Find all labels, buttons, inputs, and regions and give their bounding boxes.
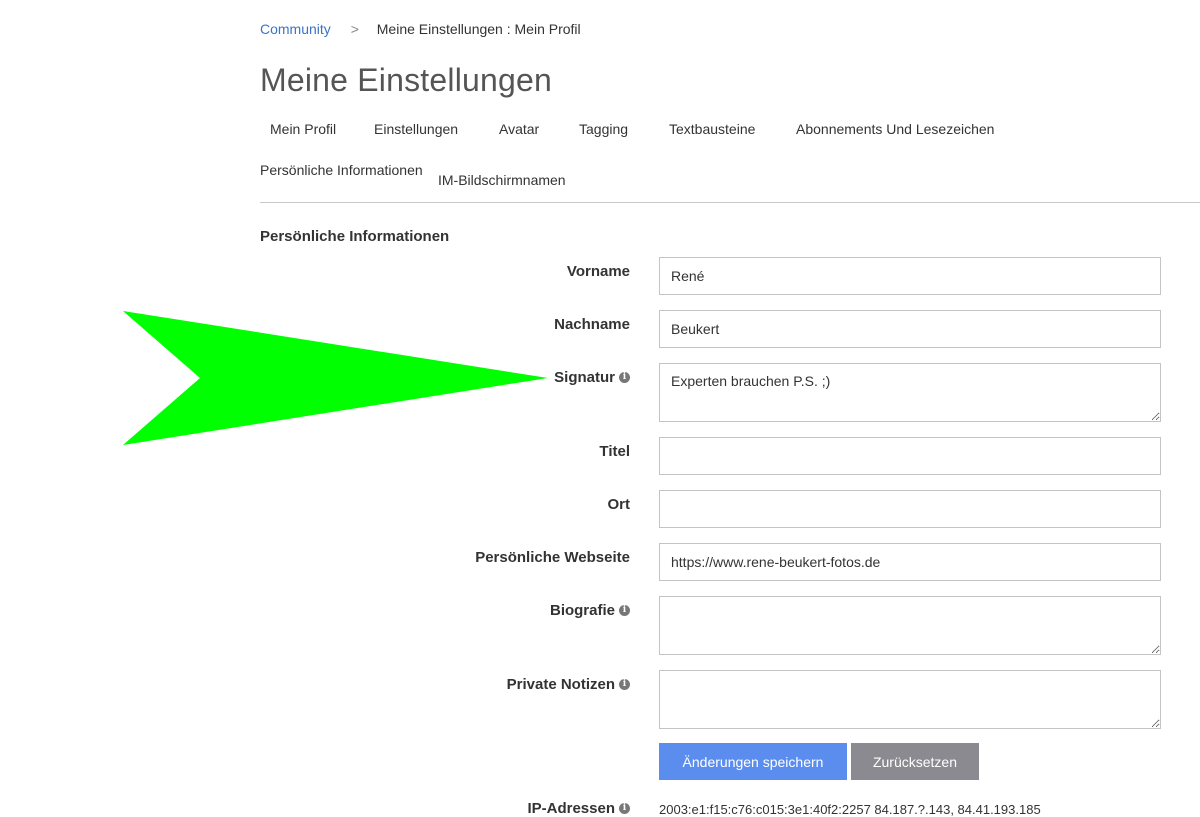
info-icon[interactable]: i: [619, 372, 630, 383]
ort-field[interactable]: [659, 490, 1161, 528]
nachname-label: Nachname: [554, 316, 630, 333]
biografie-field[interactable]: [659, 596, 1161, 655]
tab-textbausteine[interactable]: Textbausteine: [669, 121, 755, 137]
tabs-divider: [260, 202, 1200, 203]
tab-einstellungen[interactable]: Einstellungen: [374, 121, 458, 137]
breadcrumb-current: Meine Einstellungen : Mein Profil: [376, 21, 581, 37]
signatur-field[interactable]: Experten brauchen P.S. ;): [659, 363, 1161, 422]
private-notizen-field[interactable]: [659, 670, 1161, 729]
vorname-field[interactable]: [659, 257, 1161, 295]
breadcrumb-community-link[interactable]: Community: [260, 21, 331, 37]
breadcrumb: Community > Meine Einstellungen : Mein P…: [260, 21, 581, 37]
tab-abonnements[interactable]: Abonnements Und Lesezeichen: [796, 121, 994, 137]
titel-field[interactable]: [659, 437, 1161, 475]
page-title: Meine Einstellungen: [260, 62, 552, 98]
info-icon[interactable]: i: [619, 803, 630, 814]
tab-avatar[interactable]: Avatar: [499, 121, 539, 137]
biografie-label: Biografie i: [550, 602, 630, 619]
signatur-label: Signatur i: [554, 369, 630, 386]
breadcrumb-separator: >: [350, 21, 359, 37]
subtab-persoenliche-informationen[interactable]: Persönliche Informationen: [260, 162, 423, 178]
vorname-label: Vorname: [566, 263, 630, 280]
webseite-label: Persönliche Webseite: [475, 549, 630, 566]
webseite-field[interactable]: [659, 543, 1161, 581]
titel-label: Titel: [599, 443, 630, 460]
ip-address-value: 2003:e1:f15:c76:c015:3e1:40f2:2257 84.18…: [659, 802, 1041, 817]
section-title: Persönliche Informationen: [260, 228, 450, 245]
green-arrow-pointer-icon: [123, 311, 548, 445]
subtab-im-bildschirmnamen[interactable]: IM-Bildschirmnamen: [438, 172, 566, 188]
reset-button[interactable]: Zurücksetzen: [851, 743, 979, 780]
tab-mein-profil[interactable]: Mein Profil: [270, 121, 336, 137]
info-icon[interactable]: i: [619, 679, 630, 690]
ort-label: Ort: [607, 496, 631, 513]
nachname-field[interactable]: [659, 310, 1161, 348]
info-icon[interactable]: i: [619, 605, 630, 616]
private-notizen-label: Private Notizen i: [507, 676, 630, 693]
tab-tagging[interactable]: Tagging: [579, 121, 628, 137]
ip-address-label: IP-Adressen i: [527, 800, 630, 817]
save-button[interactable]: Änderungen speichern: [659, 743, 847, 780]
